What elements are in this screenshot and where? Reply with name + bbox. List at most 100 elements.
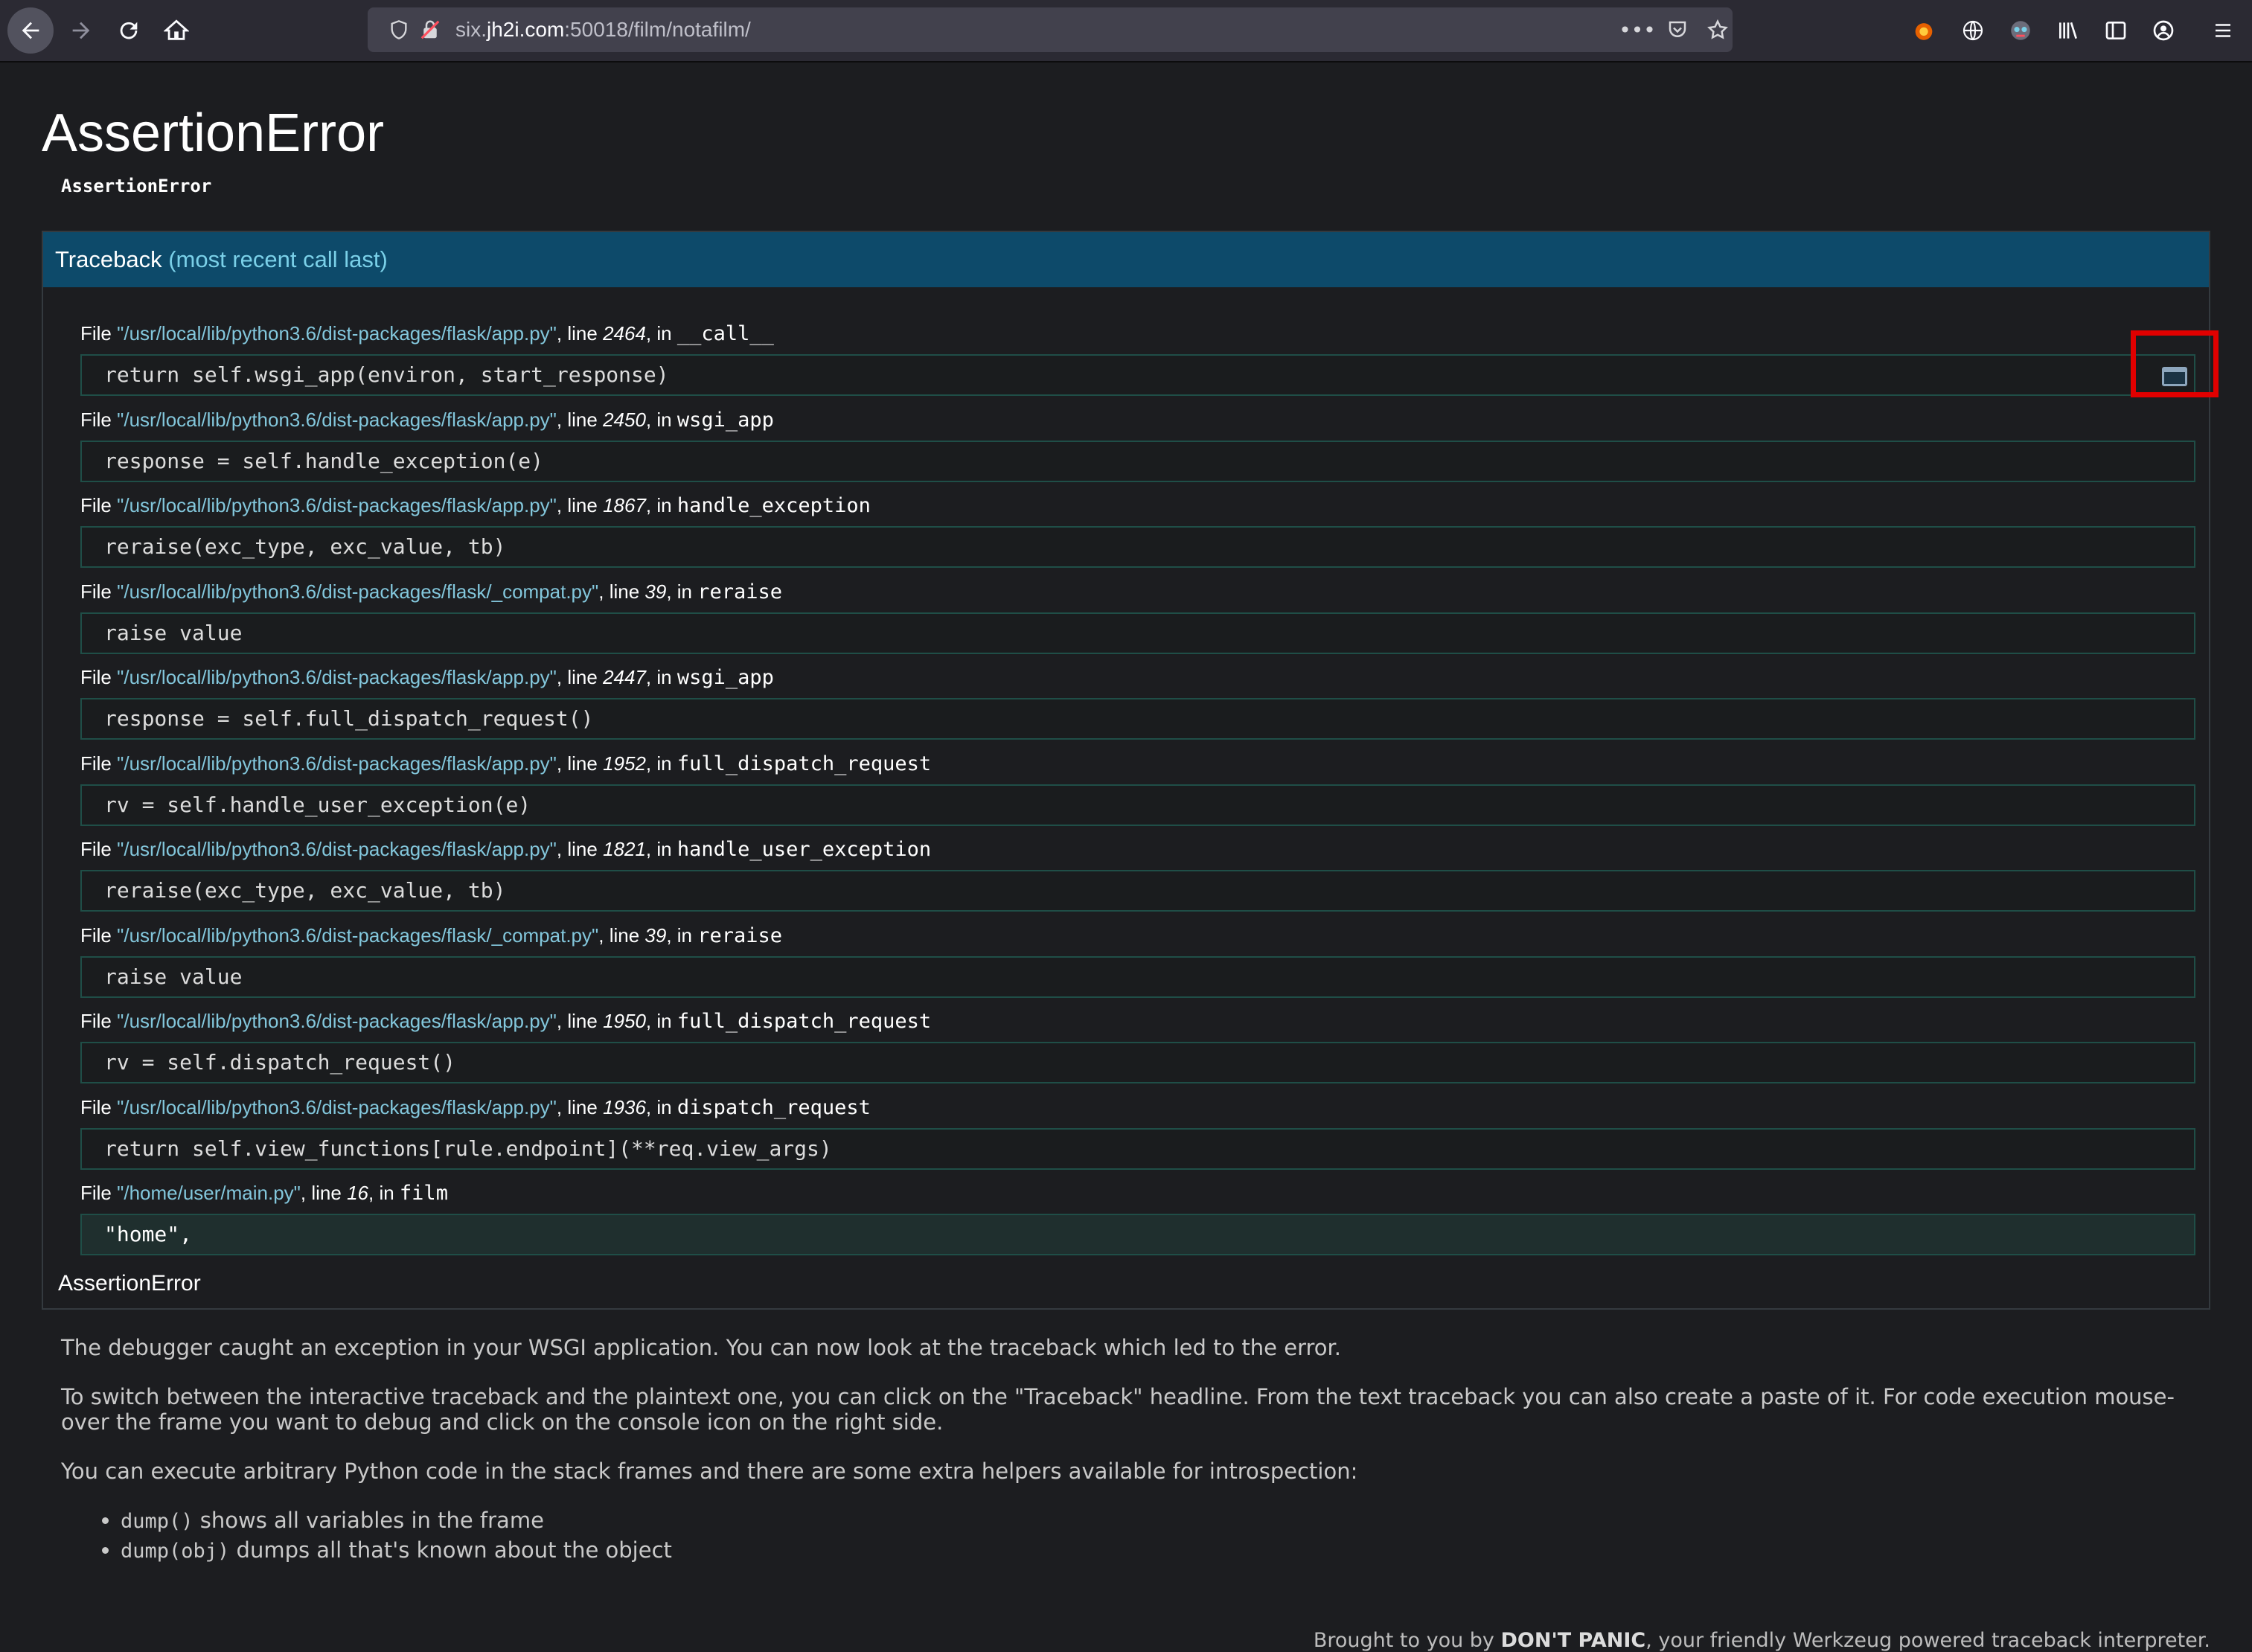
code-text: "home", — [104, 1222, 193, 1246]
list-item: dump(obj) dumps all that's known about t… — [121, 1537, 2204, 1564]
frame-filename: "/usr/local/lib/python3.6/dist-packages/… — [117, 1010, 557, 1032]
frame-filename: "/usr/local/lib/python3.6/dist-packages/… — [117, 1095, 557, 1118]
traceback-panel: Traceback (most recent call last) File "… — [42, 231, 2210, 1310]
traceback-frame: File "/usr/local/lib/python3.6/dist-pack… — [80, 1006, 2195, 1092]
traceback-subtitle: (most recent call last) — [168, 246, 388, 272]
frame-location: File "/usr/local/lib/python3.6/dist-pack… — [80, 752, 932, 775]
frame-filename: "/home/user/main.py" — [117, 1182, 301, 1204]
frame-code-line[interactable]: return self.view_functions[rule.endpoint… — [80, 1127, 2195, 1170]
code-text: response = self.full_dispatch_request() — [104, 706, 594, 731]
frame-code-line[interactable]: response = self.handle_exception(e) — [80, 440, 2195, 482]
frame-location: File "/usr/local/lib/python3.6/dist-pack… — [80, 1095, 871, 1119]
explanation-paragraph: The debugger caught an exception in your… — [61, 1335, 1342, 1360]
frame-line-number: 2450 — [603, 408, 646, 431]
code-text: rv = self.dispatch_request() — [104, 1050, 456, 1075]
frame-filename: "/usr/local/lib/python3.6/dist-packages/… — [117, 752, 557, 775]
traceback-frame: File "/usr/local/lib/python3.6/dist-pack… — [80, 834, 2195, 921]
frame-location: File "/usr/local/lib/python3.6/dist-pack… — [80, 322, 774, 345]
code-text: return self.view_functions[rule.endpoint… — [104, 1136, 832, 1161]
frame-location: File "/usr/local/lib/python3.6/dist-pack… — [80, 838, 932, 861]
back-button[interactable] — [7, 7, 54, 54]
frame-location: File "/usr/local/lib/python3.6/dist-pack… — [80, 494, 871, 517]
code-text: reraise(exc_type, exc_value, tb) — [104, 534, 506, 559]
frame-code-line[interactable]: reraise(exc_type, exc_value, tb) — [80, 870, 2195, 912]
frame-filename: "/usr/local/lib/python3.6/dist-packages/… — [117, 838, 557, 860]
frame-line-number: 1821 — [603, 838, 646, 860]
frame-code-line[interactable]: raise value — [80, 612, 2195, 654]
address-bar[interactable]: six.jh2i.com:50018/film/notafilm/ ••• — [368, 7, 1733, 52]
code-text: reraise(exc_type, exc_value, tb) — [104, 878, 506, 903]
account-icon[interactable] — [2146, 13, 2181, 48]
extension-mask-icon[interactable] — [2003, 13, 2038, 48]
frame-code-line[interactable]: response = self.full_dispatch_request() — [80, 698, 2195, 740]
frame-function: reraise — [697, 923, 783, 947]
library-icon[interactable] — [2051, 13, 2085, 48]
frame-code-line[interactable]: "home", — [80, 1214, 2195, 1255]
frame-line-number: 16 — [347, 1182, 368, 1204]
frame-filename: "/usr/local/lib/python3.6/dist-packages/… — [117, 580, 599, 603]
frame-location: File "/usr/local/lib/python3.6/dist-pack… — [80, 923, 783, 947]
frame-function: reraise — [697, 580, 783, 604]
traceback-frame: File "/usr/local/lib/python3.6/dist-pack… — [80, 577, 2195, 663]
frame-line-number: 1950 — [603, 1010, 646, 1032]
frame-line-number: 1936 — [603, 1095, 646, 1118]
frame-function: wsgi_app — [676, 408, 774, 432]
bookmark-star-icon[interactable] — [1704, 16, 1731, 43]
reload-icon — [120, 22, 138, 39]
frame-function: __call__ — [676, 322, 774, 345]
sidebar-icon[interactable] — [2099, 13, 2133, 48]
frame-filename: "/usr/local/lib/python3.6/dist-packages/… — [117, 923, 599, 947]
frame-list: File "/usr/local/lib/python3.6/dist-pack… — [80, 318, 2195, 1264]
frame-filename: "/usr/local/lib/python3.6/dist-packages/… — [117, 408, 557, 431]
code-text: return self.wsgi_app(environ, start_resp… — [104, 362, 669, 387]
forward-button[interactable] — [58, 7, 104, 54]
frame-code-line[interactable]: return self.wsgi_app(environ, start_resp… — [80, 354, 2195, 396]
traceback-frame: File "/usr/local/lib/python3.6/dist-pack… — [80, 405, 2195, 491]
traceback-frame: File "/usr/local/lib/python3.6/dist-pack… — [80, 749, 2195, 835]
traceback-headline[interactable]: Traceback (most recent call last) — [43, 232, 2209, 287]
reload-button[interactable] — [106, 7, 152, 54]
frame-function: wsgi_app — [676, 666, 774, 689]
code-text: response = self.handle_exception(e) — [104, 448, 544, 473]
highlight-annotation — [2131, 330, 2219, 397]
traceback-frame: File "/usr/local/lib/python3.6/dist-pack… — [80, 318, 2195, 405]
frame-code-line[interactable]: rv = self.dispatch_request() — [80, 1042, 2195, 1083]
frame-function: handle_exception — [676, 494, 871, 517]
frame-function: full_dispatch_request — [676, 752, 932, 775]
frame-code-line[interactable]: raise value — [80, 955, 2195, 998]
traceback-frame: File "/usr/local/lib/python3.6/dist-pack… — [80, 921, 2195, 1007]
traceback-frame: File "/usr/local/lib/python3.6/dist-pack… — [80, 662, 2195, 749]
insecure-lock-icon[interactable] — [417, 16, 444, 43]
arrow-left-icon — [22, 22, 39, 39]
error-message: AssertionError — [61, 176, 212, 196]
traceback-frame: File "/home/user/main.py", line 16, in f… — [80, 1178, 2195, 1264]
home-icon — [164, 19, 189, 40]
code-text: raise value — [104, 964, 243, 989]
frame-filename: "/usr/local/lib/python3.6/dist-packages/… — [117, 666, 557, 688]
pocket-icon[interactable] — [1664, 16, 1691, 43]
code-text: rv = self.handle_user_exception(e) — [104, 792, 531, 817]
traceback-frame: File "/usr/local/lib/python3.6/dist-pack… — [80, 490, 2195, 577]
menu-icon[interactable] — [2206, 13, 2240, 48]
frame-location: File "/usr/local/lib/python3.6/dist-pack… — [80, 408, 774, 432]
url-text[interactable]: six.jh2i.com:50018/film/notafilm/ — [455, 7, 751, 52]
frame-code-line[interactable]: reraise(exc_type, exc_value, tb) — [80, 526, 2195, 568]
shield-icon[interactable] — [386, 16, 412, 43]
extension-fox-icon[interactable] — [1907, 13, 1941, 48]
frame-location: File "/usr/local/lib/python3.6/dist-pack… — [80, 580, 783, 604]
more-actions-icon[interactable]: ••• — [1619, 16, 1656, 43]
home-button[interactable] — [153, 7, 199, 54]
frame-filename: "/usr/local/lib/python3.6/dist-packages/… — [117, 494, 557, 516]
list-item: dump() shows all variables in the frame — [121, 1508, 2204, 1534]
traceback-title: Traceback — [55, 246, 162, 272]
traceback-frame: File "/usr/local/lib/python3.6/dist-pack… — [80, 1092, 2195, 1179]
exception-footer: AssertionError — [58, 1271, 201, 1296]
explanation: The debugger caught an exception in your… — [61, 1335, 2204, 1567]
frame-location: File "/usr/local/lib/python3.6/dist-pack… — [80, 1010, 932, 1033]
extension-globe-icon[interactable] — [1956, 13, 1990, 48]
frame-line-number: 2464 — [603, 322, 646, 345]
helpers-list: dump() shows all variables in the frame … — [61, 1508, 2204, 1564]
code-text: raise value — [104, 620, 243, 645]
frame-location: File "/usr/local/lib/python3.6/dist-pack… — [80, 666, 774, 689]
frame-code-line[interactable]: rv = self.handle_user_exception(e) — [80, 784, 2195, 826]
